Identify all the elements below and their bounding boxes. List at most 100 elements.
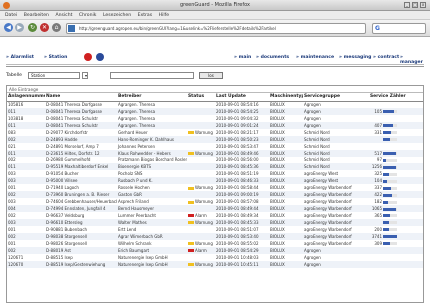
table-row[interactable]: 105816 D-08041 Theresa Dorfgasse Agrargen.… (7, 101, 423, 108)
table-row[interactable]: 002 D-73960 Bruningen a. B. Rieser Gaston … (7, 191, 423, 199)
col-header-anlagennummer[interactable]: Anlagennummer (7, 93, 45, 102)
menu-help[interactable]: Hilfe (159, 13, 169, 18)
info-indicator-icon[interactable] (96, 53, 104, 61)
menu-file[interactable]: Datei (5, 13, 17, 18)
cell-name[interactable]: D-95000 Villsee (45, 177, 117, 185)
cell-service-zaehler: 331 (369, 129, 423, 136)
cell-name[interactable]: D-88019 Ast (45, 246, 117, 254)
nav-alarmlist[interactable]: » Alarmlist (6, 55, 34, 60)
nav-contract[interactable]: » contract (373, 55, 399, 60)
cell-name[interactable]: D-26980 Gummelhofd (45, 157, 117, 164)
table-row[interactable]: 001 D-98026 Storgensell Wilhelm Schrank War… (7, 240, 423, 247)
menu-tools[interactable]: Extras (138, 13, 153, 18)
nav-documents[interactable]: » documents (256, 55, 289, 60)
back-icon[interactable]: ◀ (4, 23, 13, 32)
search-input[interactable]: G (372, 23, 426, 34)
cell-name[interactable]: D-74604 Grebbenhauser/Heuerbach (45, 198, 117, 205)
cell-name[interactable]: D-74994 Ennslaten, Jungfall 4 (45, 205, 117, 212)
table-row[interactable]: 002 D-96637 Veldsburg Lummer Peerbacht Alar… (7, 212, 423, 219)
maximize-button[interactable]: □ (412, 2, 418, 8)
table-row[interactable]: 011 D-95519 Maxhaltiberdorf Enkel Bioenerg… (7, 163, 423, 171)
cell-name[interactable]: D-95519 Maxhaltiberdorf Enkel (45, 163, 117, 171)
alarm-indicator-icon[interactable] (84, 53, 92, 61)
nav-main[interactable]: » main (234, 55, 251, 60)
nav-maintenance[interactable]: » maintenance (296, 55, 334, 60)
cell-name[interactable]: D-88519 Isep/Gestenwiehung (45, 260, 117, 268)
table-row[interactable]: 021 D-24891 Morselorf, Amp 7 Johannes Pete… (7, 143, 423, 150)
table-body: 105816 D-08041 Theresa Dorfgasse Agrargen.… (7, 101, 423, 268)
cell-name[interactable]: D-23615 Hiltes, Dorfstr. 12 (45, 149, 117, 157)
cell-servicegruppe: Schmid Nord (303, 135, 369, 143)
table-row[interactable]: 003 D-74604 Grebbenhauser/Heuerbach Asprec… (7, 198, 423, 205)
table-row[interactable]: 003 D-91054 Bucher Pocholz SNS 2010-09-01 0… (7, 170, 423, 177)
table-row[interactable]: 120671 D-88515 Isep Naturenergie Isep GmbH… (7, 254, 423, 261)
nav-manager[interactable]: » manager (400, 55, 424, 65)
cell-name[interactable]: D-08041 Theresa Dorfgasse (45, 107, 117, 115)
filter-input[interactable] (110, 72, 194, 79)
table-row[interactable]: 083 D-29077 Kirchdorfstr Gerhard Heuer Warn… (7, 129, 423, 136)
table-row[interactable]: 011 D-08041 Theresa Schulstr Agrargen. The… (7, 121, 423, 129)
col-header-maschinentyp[interactable]: Maschinentyp (269, 93, 303, 102)
table-row[interactable]: 002 D-24893 Hadde Hans-Rominger K. Dahlhau… (7, 135, 423, 143)
col-header-service-zaehler[interactable]: Service Zähler (369, 93, 423, 102)
cell-name[interactable]: D-71940 Lagoch (45, 184, 117, 191)
service-progress-bar (383, 214, 397, 218)
col-header-name[interactable]: Name (45, 93, 117, 102)
cell-name[interactable]: D-24893 Hadde (45, 135, 117, 143)
cell-name[interactable]: D-91054 Bucher (45, 170, 117, 177)
cell-name[interactable]: D-98026 Storgensell (45, 240, 117, 247)
col-header-status[interactable]: Status (187, 93, 215, 102)
divider (6, 66, 424, 67)
menu-history[interactable]: Chronik (79, 13, 97, 18)
service-count: 200 (374, 226, 382, 232)
table-row[interactable]: 011 D-08041 Theresa Dorfgasse Agrargen. Th… (7, 107, 423, 115)
close-button[interactable]: x (420, 2, 426, 8)
table-row[interactable]: 001 D-90881 Bubenbach Ertt Lend 2010-09-01 … (7, 226, 423, 233)
nav-messaging[interactable]: » messaging (339, 55, 371, 60)
cell-name[interactable]: D-08041 Theresa Schulstr (45, 115, 117, 122)
menu-view[interactable]: Ansicht (55, 13, 72, 18)
cell-name[interactable]: D-90881 Bubenbach (45, 226, 117, 233)
table-row[interactable]: 002 D-98038 Storgensell Agrar Wimerbach Gb… (7, 232, 423, 240)
cell-maschinentyp: BIOLUX (269, 246, 303, 254)
forward-icon[interactable]: ▶ (15, 23, 24, 32)
col-header-last-update[interactable]: Last Update (215, 93, 269, 102)
table-row[interactable]: 011 D-23615 Hiltes, Dorfstr. 12 Klaus Rohw… (7, 149, 423, 157)
app-navigation: » Alarmlist » Station » main » documents… (6, 53, 424, 65)
url-input[interactable]: http://greenguard.agropen.eu/bin/greenGU… (66, 23, 366, 34)
cell-name[interactable]: D-08041 Theresa Dorfgasse (45, 101, 117, 108)
table-row[interactable]: 103818 D-08041 Theresa Schulstr Agrargen. … (7, 115, 423, 122)
cell-last-update: 2010-09-01 08:46:33 (215, 177, 269, 185)
cell-name[interactable]: D-29077 Kirchdorfstr (45, 129, 117, 136)
cell-betreiber: Agrargen. Theresa (118, 102, 156, 108)
table-row[interactable]: 001 D-71940 Lagoch Rossele Hochen Warnung 20… (7, 184, 423, 191)
cell-maschinentyp: BIOLUX (270, 240, 285, 246)
go-button[interactable]: los (199, 72, 223, 79)
cell-name[interactable]: D-24891 Morselorf, Amp 7 (45, 143, 117, 150)
table-row[interactable]: 002 D-88019 Ast Erich Baumgart Alarm 2010-09… (7, 246, 423, 254)
table-row[interactable]: 002 D-26980 Gummelhofd Pratzmann Biogas Bo… (7, 157, 423, 164)
cell-name[interactable]: D-96637 Veldsburg (45, 212, 117, 219)
cell-name[interactable]: D-73960 Bruningen a. B. Rieser (45, 191, 117, 199)
table-row[interactable]: 120670 D-88519 Isep/Gestenwiehung Naturene… (7, 260, 423, 268)
table-row[interactable]: 003 D-95000 Villsee Rusbach P und K. 2010-0… (7, 177, 423, 185)
menu-bookmarks[interactable]: Lesezeichen (103, 13, 131, 18)
col-header-betreiber[interactable]: Betreiber (117, 93, 187, 102)
cell-name[interactable]: D-98038 Storgensell (45, 232, 117, 240)
stop-icon[interactable]: ✕ (40, 23, 49, 32)
minimize-button[interactable]: _ (404, 2, 410, 8)
table-row[interactable]: 004 D-74994 Ennslaten, Jungfall 4 Bernd Ha… (7, 205, 423, 212)
cell-name[interactable]: D-96610 Ettersleg (45, 218, 117, 226)
col-header-servicegruppe[interactable]: Servicegruppe (303, 93, 369, 102)
cell-name[interactable]: D-88515 Isep (45, 254, 117, 261)
select-arrow-icon[interactable]: ▾ (82, 72, 88, 79)
table-select[interactable]: Station (28, 72, 80, 79)
menu-edit[interactable]: Bearbeiten (24, 13, 49, 18)
table-row[interactable]: 003 D-96610 Ettersleg Walter Mathes Warnung… (7, 218, 423, 226)
home-icon[interactable]: ⌂ (52, 23, 61, 32)
reload-icon[interactable]: ↻ (28, 23, 37, 32)
cell-service-zaehler: 97 (369, 157, 423, 164)
nav-station[interactable]: » Station (44, 55, 67, 60)
cell-name[interactable]: D-08041 Theresa Schulstr (45, 121, 117, 129)
cell-servicegruppe: Schmid Nord (304, 129, 330, 135)
